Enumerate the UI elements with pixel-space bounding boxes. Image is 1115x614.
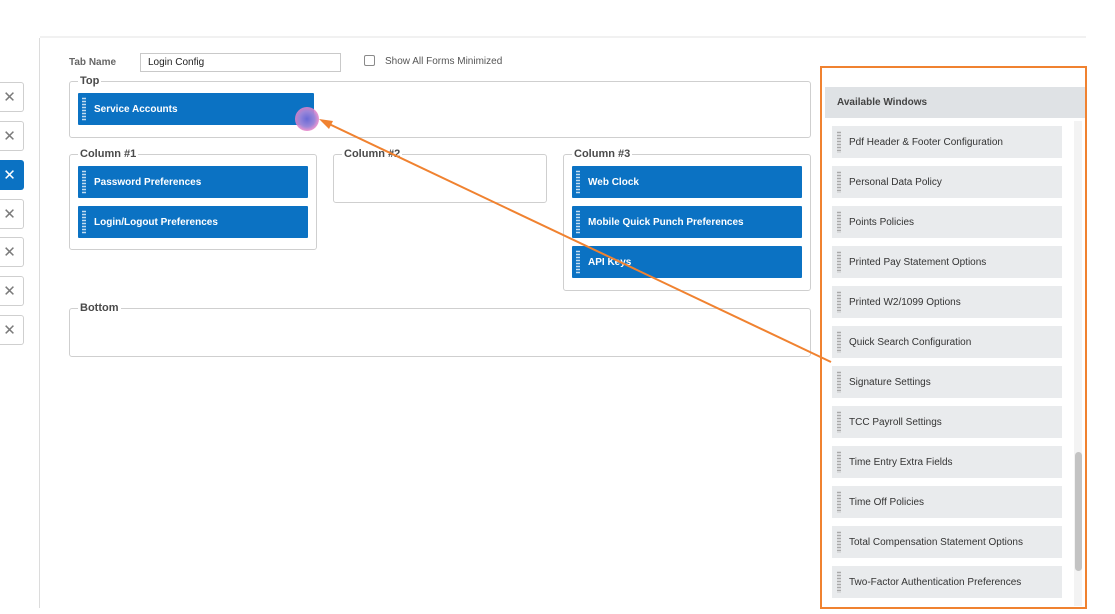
annotation-arrow: [319, 119, 832, 363]
drag-cursor-indicator: [295, 107, 319, 131]
